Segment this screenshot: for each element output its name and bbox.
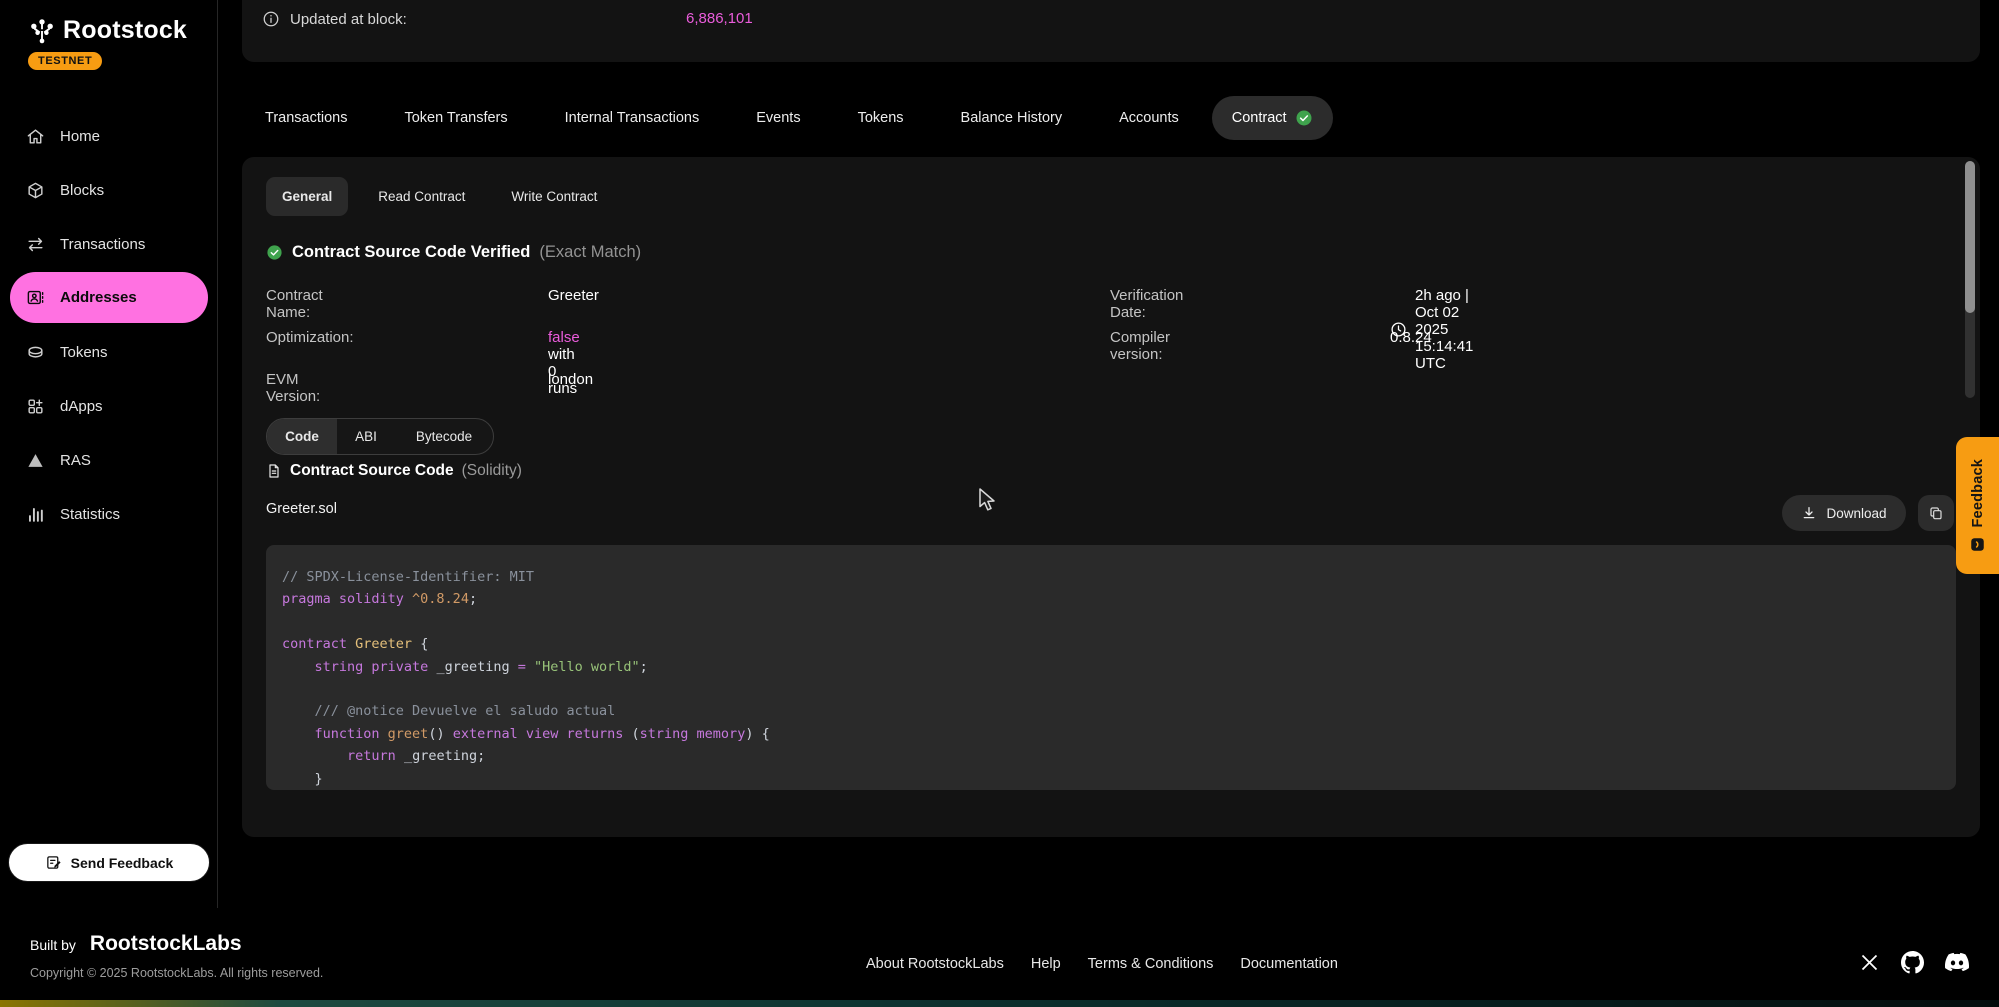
code-view-switcher: Code ABI Bytecode	[266, 418, 494, 455]
code-lines: // SPDX-License-Identifier: MITpragma so…	[266, 545, 1956, 790]
send-feedback-label: Send Feedback	[71, 855, 174, 871]
download-icon	[1801, 505, 1817, 521]
check-circle-icon	[1295, 109, 1313, 127]
updated-at-block-card: Updated at block: 6,886,101	[242, 0, 1980, 62]
verified-title: Contract Source Code Verified	[292, 243, 530, 262]
subtab-write-contract[interactable]: Write Contract	[495, 177, 613, 216]
sidebar-item-blocks[interactable]: Blocks	[10, 166, 208, 214]
address-tabs: Transactions Token Transfers Internal Tr…	[265, 95, 1333, 140]
source-code-header: Contract Source Code (Solidity)	[266, 462, 522, 480]
sidebar-item-label: Addresses	[60, 289, 137, 306]
footer-links: About RootstockLabs Help Terms & Conditi…	[866, 956, 1338, 972]
send-feedback-button[interactable]: Send Feedback	[8, 843, 210, 882]
compiler-version-value: 0.8.24	[1390, 329, 1432, 346]
sidebar-item-ras[interactable]: RAS	[10, 436, 208, 484]
footer-link-help[interactable]: Help	[1031, 956, 1061, 972]
sidebar-item-label: Blocks	[60, 182, 104, 199]
code-scrollbar-thumb[interactable]	[1965, 161, 1975, 313]
contract-name-value: Greeter	[548, 287, 599, 304]
info-icon[interactable]	[262, 10, 280, 28]
evm-version-label: EVM Version:	[266, 371, 320, 405]
copy-icon	[1928, 505, 1944, 521]
segment-bytecode[interactable]: Bytecode	[395, 419, 493, 454]
github-icon[interactable]	[1901, 951, 1924, 974]
feedback-icon	[1970, 537, 1985, 552]
coin-icon	[26, 343, 45, 362]
rootstock-logo[interactable]: Rootstock	[28, 16, 187, 45]
verified-banner: Contract Source Code Verified (Exact Mat…	[266, 243, 641, 262]
tab-internal-transactions[interactable]: Internal Transactions	[565, 110, 700, 126]
tab-transactions[interactable]: Transactions	[265, 110, 347, 126]
feedback-side-tab[interactable]: Feedback	[1956, 437, 1999, 574]
verification-date-label: Verification Date:	[1110, 287, 1183, 321]
source-code-language: (Solidity)	[462, 462, 522, 480]
source-code-title: Contract Source Code	[290, 462, 454, 480]
check-circle-icon	[266, 244, 283, 261]
home-icon	[26, 127, 45, 146]
copy-button[interactable]	[1918, 495, 1954, 531]
tab-token-transfers[interactable]: Token Transfers	[404, 110, 507, 126]
source-code-viewer[interactable]: // SPDX-License-Identifier: MITpragma so…	[266, 545, 1956, 790]
tab-tokens[interactable]: Tokens	[858, 110, 904, 126]
footer-link-terms[interactable]: Terms & Conditions	[1088, 956, 1214, 972]
sidebar: Rootstock TESTNET Home Blocks Transactio…	[0, 0, 218, 908]
subtab-read-contract[interactable]: Read Contract	[362, 177, 481, 216]
download-button[interactable]: Download	[1782, 495, 1906, 531]
block-number-link[interactable]: 6,886,101	[686, 10, 753, 27]
tab-balance-history[interactable]: Balance History	[961, 110, 1063, 126]
sidebar-item-addresses[interactable]: Addresses	[10, 272, 208, 323]
footer-link-documentation[interactable]: Documentation	[1240, 956, 1338, 972]
note-pencil-icon	[45, 854, 62, 871]
grid-plus-icon	[26, 397, 45, 416]
sidebar-item-label: Tokens	[60, 344, 108, 361]
sidebar-item-label: RAS	[60, 452, 91, 469]
updated-at-block-label: Updated at block:	[290, 11, 407, 28]
sidebar-item-label: Statistics	[60, 506, 120, 523]
triangle-icon	[26, 451, 45, 470]
feedback-tab-label: Feedback	[1970, 459, 1986, 528]
discord-icon[interactable]	[1945, 950, 1969, 974]
sidebar-item-tokens[interactable]: Tokens	[10, 328, 208, 376]
network-badge: TESTNET	[28, 52, 102, 70]
bar-chart-icon	[26, 505, 45, 524]
contract-subtabs: General Read Contract Write Contract	[266, 177, 613, 216]
contact-card-icon	[26, 288, 45, 307]
evm-version-value: london	[548, 371, 593, 388]
sidebar-item-label: Home	[60, 128, 100, 145]
social-links	[1859, 950, 1969, 974]
built-by-label: Built by	[30, 937, 76, 953]
sidebar-item-dapps[interactable]: dApps	[10, 382, 208, 430]
verified-match-type: (Exact Match)	[539, 243, 641, 262]
contract-panel: General Read Contract Write Contract Con…	[242, 157, 1980, 837]
rootstock-logo-icon	[28, 17, 56, 45]
optimization-label: Optimization:	[266, 329, 354, 346]
tab-accounts[interactable]: Accounts	[1119, 110, 1179, 126]
footer-link-about[interactable]: About RootstockLabs	[866, 956, 1004, 972]
cube-icon	[26, 181, 45, 200]
sidebar-item-label: dApps	[60, 398, 103, 415]
segment-code[interactable]: Code	[267, 419, 337, 454]
contract-name-label: Contract Name:	[266, 287, 323, 321]
sidebar-item-home[interactable]: Home	[10, 112, 208, 160]
rootstocklabs-link[interactable]: RootstockLabs	[90, 932, 242, 956]
sidebar-item-label: Transactions	[60, 236, 145, 253]
subtab-general[interactable]: General	[266, 177, 348, 216]
footer: Built by RootstockLabs Copyright © 2025 …	[0, 908, 1999, 1000]
brand-name: Rootstock	[63, 16, 187, 45]
tab-contract[interactable]: Contract	[1212, 96, 1333, 140]
swap-arrows-icon	[26, 235, 45, 254]
sidebar-item-statistics[interactable]: Statistics	[10, 490, 208, 538]
document-icon	[266, 463, 282, 479]
compiler-version-label: Compiler version:	[1110, 329, 1170, 363]
copyright-text: Copyright © 2025 RootstockLabs. All righ…	[30, 966, 323, 980]
x-logo-icon[interactable]	[1859, 952, 1880, 973]
tab-contract-label: Contract	[1232, 110, 1287, 126]
segment-abi[interactable]: ABI	[337, 419, 395, 454]
bottom-gradient-strip	[0, 1000, 1999, 1007]
source-file-name: Greeter.sol	[266, 501, 337, 517]
tab-events[interactable]: Events	[756, 110, 800, 126]
download-label: Download	[1826, 506, 1886, 521]
sidebar-item-transactions[interactable]: Transactions	[10, 220, 208, 268]
